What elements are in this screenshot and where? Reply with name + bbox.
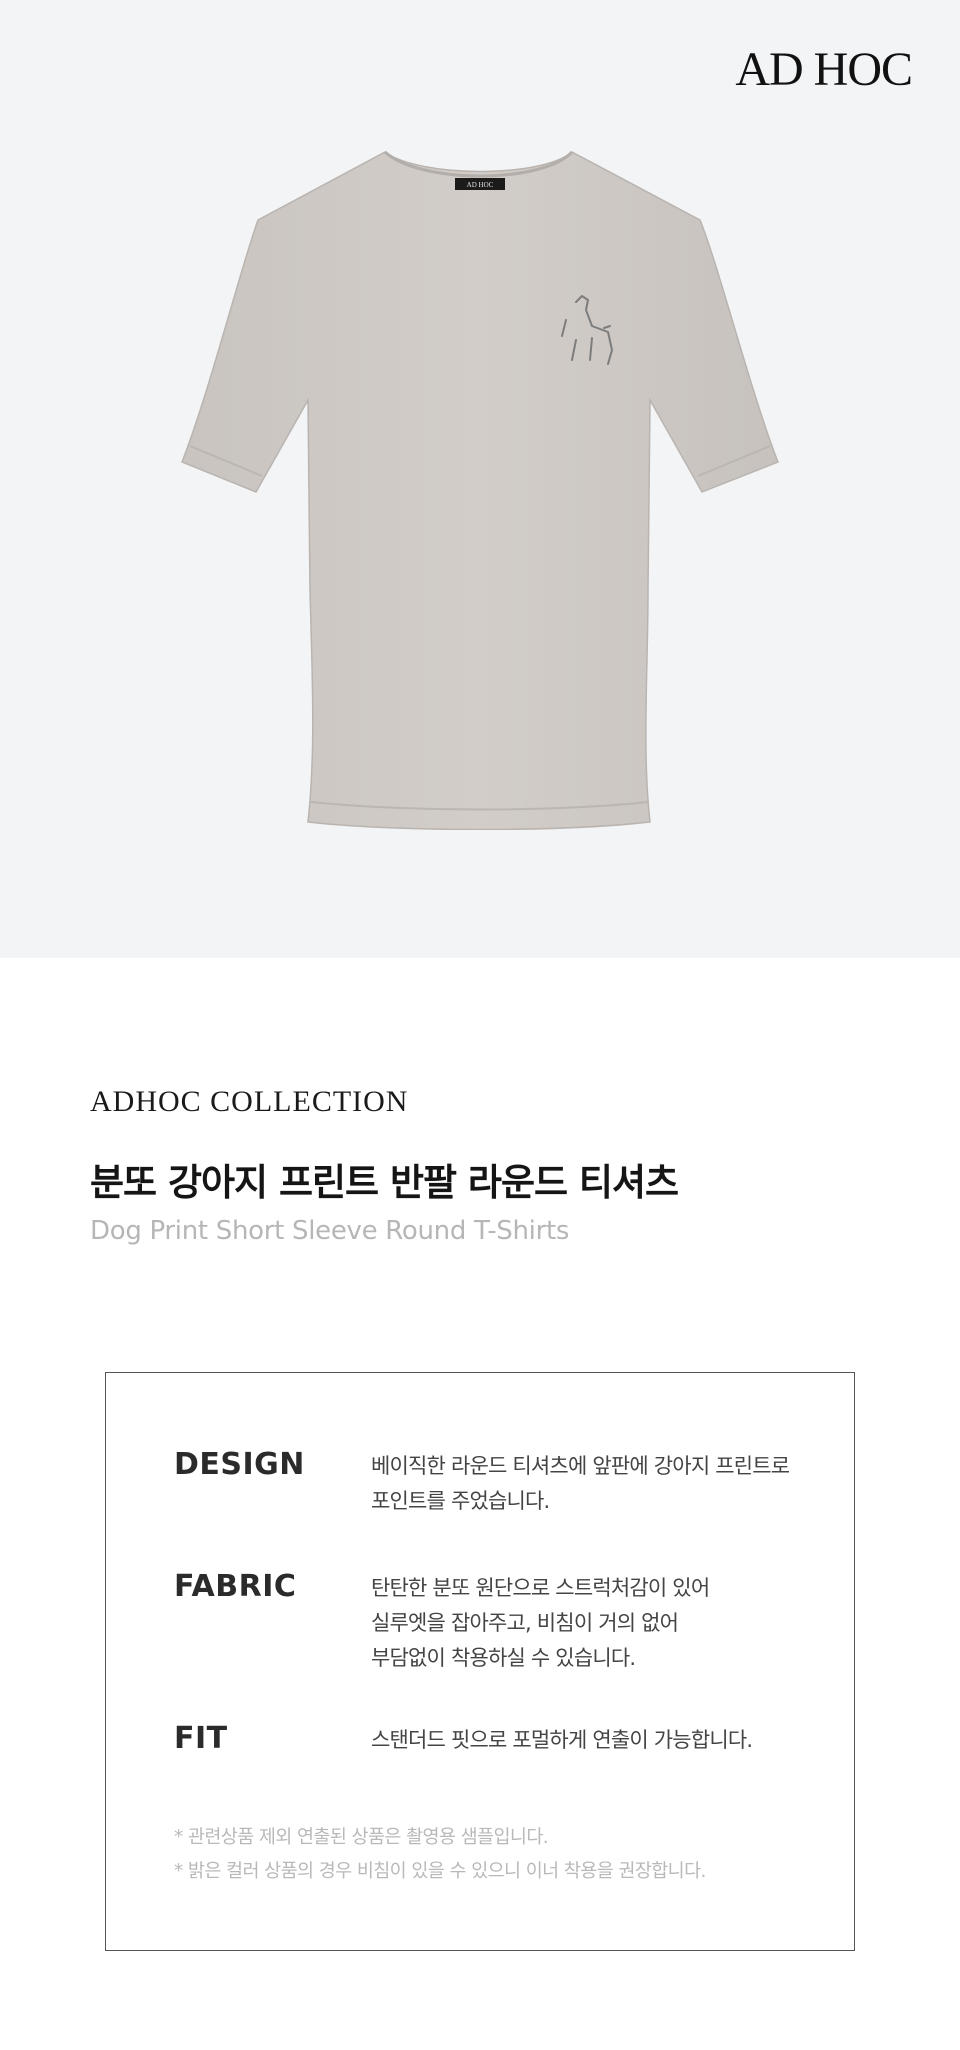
shirt-body [181,151,779,830]
brand-logo: AD HOC [735,43,913,96]
product-info-box: DESIGN 베이직한 라운드 티셔츠에 앞판에 강아지 프린트로 포인트를 주… [105,1372,855,1951]
tshirt-image: AD HOC [181,150,779,830]
design-line: 포인트를 주었습니다. [371,1489,550,1513]
fabric-label: FABRIC [174,1569,297,1604]
fabric-description: 탄탄한 분또 원단으로 스트럭처감이 있어 실루엣을 잡아주고, 비침이 거의 … [371,1571,841,1676]
fabric-line: 탄탄한 분또 원단으로 스트럭처감이 있어 [371,1576,710,1600]
fabric-line: 실루엣을 잡아주고, 비침이 거의 없어 [371,1611,679,1635]
product-hero: AD HOC AD HOC [0,0,960,958]
design-line: 베이직한 라운드 티셔츠에 앞판에 강아지 프린트로 [371,1454,790,1478]
disclaimer-note: * 밝은 컬러 상품의 경우 비침이 있을 수 있으니 이너 착용을 권장합니다… [174,1861,706,1882]
collection-title: ADHOC COLLECTION [90,1085,409,1118]
fit-description: 스탠더드 핏으로 포멀하게 연출이 가능합니다. [371,1723,841,1758]
design-label: DESIGN [174,1447,305,1482]
fabric-line: 부담없이 착용하실 수 있습니다. [371,1646,636,1670]
disclaimer-note: * 관련상품 제외 연출된 상품은 촬영용 샘플입니다. [174,1827,549,1848]
fit-label: FIT [174,1721,228,1756]
neck-label-text: AD HOC [467,181,494,189]
fit-line: 스탠더드 핏으로 포멀하게 연출이 가능합니다. [371,1728,753,1752]
product-name-korean: 분또 강아지 프린트 반팔 라운드 티셔츠 [90,1161,679,1204]
design-description: 베이직한 라운드 티셔츠에 앞판에 강아지 프린트로 포인트를 주었습니다. [371,1449,841,1519]
product-name-english: Dog Print Short Sleeve Round T-Shirts [90,1216,570,1246]
